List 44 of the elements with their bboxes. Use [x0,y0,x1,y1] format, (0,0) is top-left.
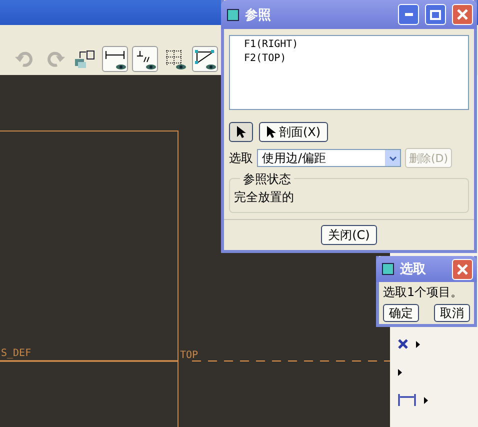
regenerate-icon [74,49,96,69]
dialog-message: 选取1个项目。 [383,284,464,301]
datum-label: TOP [180,350,198,361]
pick-button[interactable] [229,122,253,142]
close-button[interactable] [452,258,473,280]
redo-icon [45,51,65,67]
maximize-button[interactable] [425,4,446,25]
dialog-button[interactable]: 取消 [434,304,470,322]
close-icon [457,9,468,20]
cross-icon [398,339,408,349]
dialog-title: 参照 [245,6,272,24]
cube-icon [382,263,394,275]
group-title: 参照状态 [240,171,294,188]
constraint-display-button[interactable] [132,46,158,72]
flyout-arrow-icon [424,396,428,404]
dimension-display-icon [104,48,126,70]
cube-icon [227,8,239,20]
minimize-button[interactable] [398,4,419,25]
dimension-icon [398,393,416,407]
reference-item[interactable]: F1(RIGHT) [244,38,468,52]
grid-display-icon [164,48,186,70]
vertex-display-icon [194,48,216,70]
vertex-display-button[interactable] [192,46,218,72]
status-text: 完全放置的 [234,190,294,204]
close-dialog-button[interactable]: 关闭(C) [321,225,377,245]
section-button[interactable]: 剖面(X) [259,122,328,142]
pointer-icon [266,125,276,139]
flyout-arrow-icon [398,368,402,376]
constraint-display-icon [134,48,156,70]
dialog-title: 选取 [400,261,427,278]
dimension-display-button[interactable] [102,46,128,72]
reference-item[interactable]: F2(TOP) [244,52,468,66]
minimize-icon [404,13,412,16]
flyout-arrow-icon [416,340,420,348]
datum-label: S_DEF [1,348,32,359]
close-icon [457,264,468,274]
maximize-icon [430,10,441,20]
select-label: 选取 [229,150,253,166]
pointer-icon [236,125,246,139]
close-button[interactable] [452,4,473,25]
chevron-down-icon [388,156,396,160]
undo-icon [15,51,35,67]
dialog-button[interactable]: 确定 [383,304,419,322]
select-dropdown[interactable]: 使用边/偏距 [257,149,401,167]
